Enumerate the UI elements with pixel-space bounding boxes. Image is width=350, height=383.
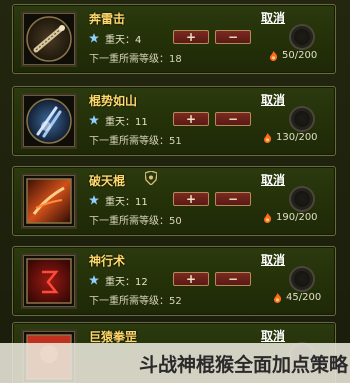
points-value: 45/200 bbox=[286, 292, 322, 303]
flame-icon bbox=[264, 212, 272, 223]
cancel-button[interactable]: 取消 bbox=[261, 327, 285, 344]
next-level-requirement: 下一重所需等级：50 bbox=[89, 216, 182, 227]
article-caption-banner: 斗战神棍猴全面加点策略 bbox=[0, 343, 350, 383]
star-icon bbox=[89, 195, 99, 205]
skill-dial[interactable] bbox=[289, 266, 315, 292]
cancel-button[interactable]: 取消 bbox=[261, 251, 285, 268]
points-row: 190/200 bbox=[263, 212, 318, 223]
level-row: 重天：4 bbox=[89, 30, 171, 46]
remove-point-button[interactable]: − bbox=[215, 30, 251, 44]
points-row: 45/200 bbox=[273, 292, 321, 303]
shield-icon bbox=[145, 171, 157, 185]
skill-name: 破天棍 bbox=[89, 174, 126, 188]
remove-point-button[interactable]: − bbox=[215, 112, 251, 126]
skill-dial[interactable] bbox=[289, 24, 315, 50]
skill-icon-frame[interactable] bbox=[21, 253, 77, 309]
skill-card: 神行术 重天：12 + − 下一重所需等级：52 取消 45/200 bbox=[12, 246, 336, 316]
skill-icon-frame[interactable] bbox=[21, 11, 77, 67]
red-rune-icon bbox=[26, 258, 72, 304]
remove-point-button[interactable]: − bbox=[215, 272, 251, 286]
flame-icon bbox=[274, 292, 282, 303]
cancel-button[interactable]: 取消 bbox=[261, 91, 285, 108]
skill-dial[interactable] bbox=[289, 106, 315, 132]
points-value: 130/200 bbox=[276, 132, 318, 143]
skill-card: 棍势如山 重天：11 + − 下一重所需等级：51 取消 130/200 bbox=[12, 86, 336, 156]
points-row: 50/200 bbox=[269, 50, 317, 61]
points-value: 50/200 bbox=[282, 50, 318, 61]
thunder-staff-icon bbox=[26, 16, 72, 62]
skill-card: 破天棍 重天：11 + − 下一重所需等级：50 取消 190/200 bbox=[12, 166, 336, 236]
level-label: 重天：11 bbox=[105, 196, 148, 208]
level-row: 重天：11 bbox=[89, 112, 171, 128]
crossed-staffs-icon bbox=[26, 98, 72, 144]
fire-strike-icon bbox=[26, 178, 72, 224]
skill-name: 奔雷击 bbox=[89, 12, 126, 26]
cancel-button[interactable]: 取消 bbox=[261, 9, 285, 26]
level-label: 重天：4 bbox=[105, 34, 142, 46]
skill-icon-frame[interactable] bbox=[21, 173, 77, 229]
level-row: 重天：11 bbox=[89, 192, 171, 208]
add-point-button[interactable]: + bbox=[173, 112, 209, 126]
skill-name: 神行术 bbox=[89, 254, 126, 268]
next-level-requirement: 下一重所需等级：18 bbox=[89, 54, 182, 65]
next-level-requirement: 下一重所需等级：52 bbox=[89, 296, 182, 307]
skill-dial[interactable] bbox=[289, 186, 315, 212]
skill-panel: 奔雷击 重天：4 + − 下一重所需等级：18 取消 50/200 棍势如山 重… bbox=[0, 0, 350, 383]
skill-card: 奔雷击 重天：4 + − 下一重所需等级：18 取消 50/200 bbox=[12, 4, 336, 74]
next-level-requirement: 下一重所需等级：51 bbox=[89, 136, 182, 147]
cancel-button[interactable]: 取消 bbox=[261, 171, 285, 188]
add-point-button[interactable]: + bbox=[173, 272, 209, 286]
remove-point-button[interactable]: − bbox=[215, 192, 251, 206]
level-label: 重天：11 bbox=[105, 116, 148, 128]
skill-name: 棍势如山 bbox=[89, 94, 138, 108]
add-point-button[interactable]: + bbox=[173, 30, 209, 44]
level-label: 重天：12 bbox=[105, 276, 148, 288]
article-caption: 斗战神棍猴全面加点策略 bbox=[138, 353, 348, 376]
flame-icon bbox=[270, 50, 278, 61]
star-icon bbox=[89, 275, 99, 285]
skill-icon-frame[interactable] bbox=[21, 93, 77, 149]
points-row: 130/200 bbox=[263, 132, 318, 143]
add-point-button[interactable]: + bbox=[173, 192, 209, 206]
points-value: 190/200 bbox=[276, 212, 318, 223]
star-icon bbox=[89, 115, 99, 125]
star-icon bbox=[89, 33, 99, 43]
level-row: 重天：12 bbox=[89, 272, 171, 288]
flame-icon bbox=[264, 132, 272, 143]
